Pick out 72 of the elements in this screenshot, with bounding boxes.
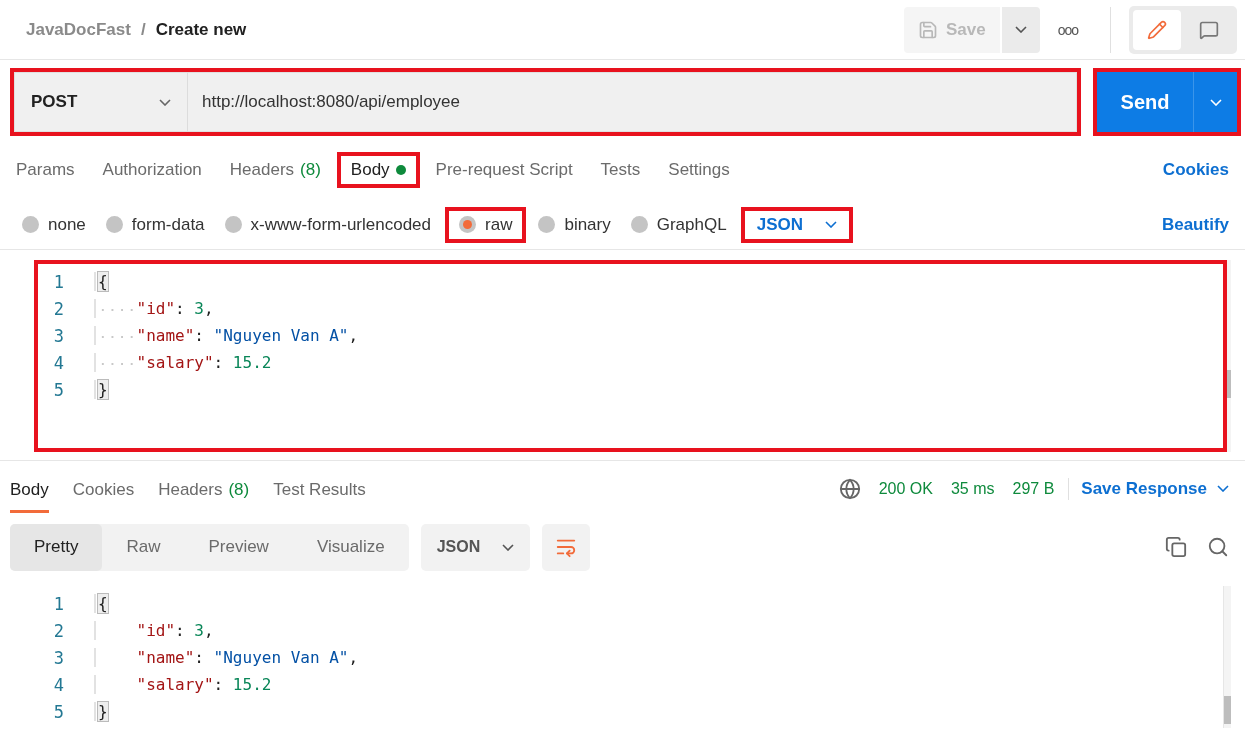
line-number: 4 <box>52 352 65 373</box>
response-size[interactable]: 297 B <box>1012 479 1055 498</box>
caret-icon <box>824 221 837 228</box>
request-tab[interactable]: Pre-request Script <box>423 152 585 188</box>
view-mode-tab[interactable]: Visualize <box>292 523 409 571</box>
line-number: 5 <box>52 701 65 722</box>
code-line: } <box>94 702 108 721</box>
wrap-lines-button[interactable] <box>542 523 591 571</box>
line-number: 3 <box>52 647 65 668</box>
search-icon <box>1207 536 1229 558</box>
line-number: 1 <box>52 593 65 614</box>
view-mode-tab[interactable]: Pretty <box>10 523 103 571</box>
line-number: 2 <box>52 620 65 641</box>
code-line: "salary": 15.2 <box>94 353 272 372</box>
comment-icon <box>1199 19 1219 40</box>
copy-icon <box>1165 536 1187 558</box>
code-line: } <box>94 380 108 399</box>
line-number: 2 <box>52 298 65 319</box>
caret-icon <box>1209 98 1222 106</box>
request-tab[interactable]: Settings <box>656 152 742 188</box>
save-response-button[interactable]: Save Response <box>1081 478 1229 499</box>
request-tab[interactable]: Tests <box>588 152 653 188</box>
request-tab[interactable]: Params <box>4 152 87 188</box>
response-time[interactable]: 35 ms <box>950 479 995 498</box>
code-line: { <box>94 272 108 291</box>
response-tab[interactable]: Body <box>10 468 49 513</box>
pencil-icon <box>1147 19 1167 40</box>
code-editor[interactable]: 1 { 2 "id": 3, 3 "name": "Nguyen Van A", 4 "salary": 15.2 5 } <box>10 586 1223 728</box>
line-number: 4 <box>52 674 65 695</box>
code-line: "id": 3, <box>94 621 214 640</box>
response-tab[interactable]: Cookies <box>72 468 135 513</box>
caret-icon <box>1014 26 1027 33</box>
url-field[interactable]: http://localhost:8080/api/employee <box>188 72 1077 132</box>
caret-icon <box>502 543 515 551</box>
body-type-radio[interactable]: raw <box>445 206 527 243</box>
more-button[interactable]: ooo <box>1039 6 1096 53</box>
body-type-radio[interactable]: none <box>16 208 94 241</box>
request-tab[interactable]: Authorization <box>90 152 214 188</box>
code-line: { <box>94 594 108 613</box>
method-dropdown[interactable]: POST <box>14 72 188 132</box>
view-mode-tab[interactable]: Preview <box>184 523 293 571</box>
code-editor[interactable]: 1 { 2 "id": 3, 3 "name": "Nguyen Van A", 4 "salary": 15.2 5 } <box>38 264 1223 448</box>
code-line: "id": 3, <box>94 299 214 318</box>
body-type-radio[interactable]: binary <box>532 208 619 241</box>
breadcrumb-separator: / <box>140 19 146 40</box>
scrollbar[interactable] <box>1223 586 1231 728</box>
cookies-link[interactable]: Cookies <box>1162 160 1229 180</box>
line-number: 3 <box>52 325 65 346</box>
body-type-radio[interactable]: x-www-form-urlencoded <box>218 208 439 241</box>
code-line: "name": "Nguyen Van A", <box>94 326 359 345</box>
response-language-dropdown[interactable]: JSON <box>420 523 531 571</box>
request-tab[interactable]: Body <box>336 152 420 188</box>
globe-icon[interactable] <box>838 477 861 500</box>
beautify-link[interactable]: Beautify <box>1161 214 1229 235</box>
body-type-radio[interactable]: form-data <box>99 208 213 241</box>
code-line: "name": "Nguyen Van A", <box>94 648 359 667</box>
request-name[interactable]: Create new <box>155 19 247 40</box>
status-code[interactable]: 200 OK <box>878 479 933 498</box>
edit-button[interactable] <box>1133 9 1181 50</box>
response-tab[interactable]: Test Results <box>273 468 366 513</box>
body-type-radio[interactable]: GraphQL <box>624 208 735 241</box>
caret-icon <box>159 98 171 106</box>
caret-icon <box>1217 485 1229 492</box>
response-tab[interactable]: Headers (8) <box>158 468 250 513</box>
save-icon <box>917 19 938 40</box>
collection-name[interactable]: JavaDocFast <box>26 19 131 40</box>
view-mode-tab[interactable]: Raw <box>102 523 185 571</box>
language-dropdown[interactable]: JSON <box>740 206 853 243</box>
code-line: "salary": 15.2 <box>94 675 272 694</box>
line-number: 1 <box>52 271 65 292</box>
line-number: 5 <box>52 379 65 400</box>
request-tab[interactable]: Headers (8) <box>217 152 333 188</box>
